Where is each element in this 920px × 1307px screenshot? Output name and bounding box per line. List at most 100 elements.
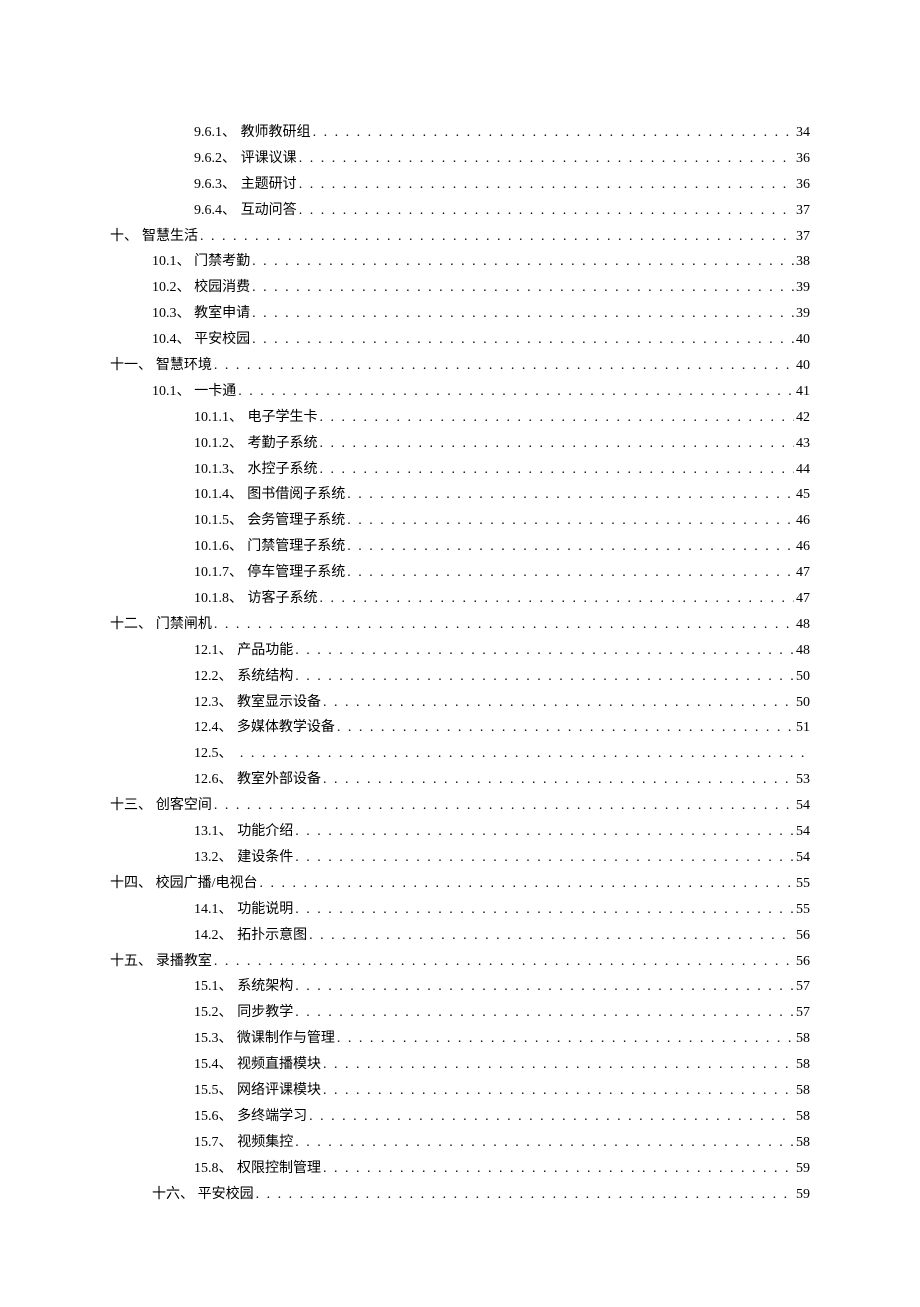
toc-entry-number: 十一、: [110, 353, 152, 379]
toc-entry-title: 教室外部设备: [237, 767, 321, 793]
toc-entry-page: 47: [796, 560, 810, 586]
toc-entry-page: 51: [796, 715, 810, 741]
toc-entry-number: 十、: [110, 224, 138, 250]
toc-entry-page: 41: [796, 379, 810, 405]
toc-entry: 15.4、视频直播模块58: [110, 1052, 810, 1078]
toc-entry-title: 建设条件: [237, 845, 293, 871]
toc-leader: [319, 457, 794, 483]
toc-entry-page: 54: [796, 819, 810, 845]
toc-entry-title: 校园广播/电视台: [156, 871, 258, 897]
toc-entry: 十一、智慧环境 40: [110, 353, 810, 379]
toc-entry: 12.5、: [110, 741, 810, 767]
toc-leader: [313, 120, 794, 146]
toc-leader: [319, 586, 794, 612]
toc-entry-page: 39: [796, 301, 810, 327]
toc-entry-title: 一卡通: [194, 379, 236, 405]
toc-entry: 13.2、建设条件54: [110, 845, 810, 871]
toc-entry-title: 功能介绍: [237, 819, 293, 845]
toc-entry-page: 53: [796, 767, 810, 793]
toc-entry: 十二、门禁闸机48: [110, 612, 810, 638]
toc-entry-page: 55: [796, 871, 810, 897]
toc-entry-number: 10.1.4、: [194, 482, 243, 508]
toc-leader: [295, 638, 794, 664]
toc-leader: [295, 1000, 794, 1026]
toc-entry-title: 创客空间: [156, 793, 212, 819]
toc-entry-title: 主题研讨: [241, 172, 297, 198]
toc-leader: [295, 845, 794, 871]
toc-entry: 10.1.3、水控子系统44: [110, 457, 810, 483]
toc-entry-title: 拓扑示意图: [237, 923, 307, 949]
toc-entry-page: 48: [796, 612, 810, 638]
toc-leader: [347, 482, 794, 508]
toc-leader: [295, 897, 794, 923]
toc-entry-number: 十四、: [110, 871, 152, 897]
toc-entry: 15.8、权限控制管理59: [110, 1156, 810, 1182]
toc-entry-page: 39: [796, 275, 810, 301]
toc-entry-number: 12.5、: [194, 741, 233, 767]
toc-entry-page: 59: [796, 1182, 810, 1208]
toc-entry-page: 34: [796, 120, 810, 146]
toc-entry-title: 访客子系统: [247, 586, 317, 612]
toc-entry: 十五、录播教室56: [110, 949, 810, 975]
toc-entry: 10.1.2、考勤子系统43: [110, 431, 810, 457]
toc-entry-number: 10.1.3、: [194, 457, 243, 483]
toc-leader: [299, 146, 794, 172]
toc-leader: [295, 974, 794, 1000]
toc-entry-page: 37: [796, 224, 810, 250]
toc-entry-number: 15.3、: [194, 1026, 233, 1052]
toc-entry: 12.1、产品功能48: [110, 638, 810, 664]
toc-entry-title: 门禁管理子系统: [247, 534, 345, 560]
toc-entry: 12.6、教室外部设备 53: [110, 767, 810, 793]
toc-entry-title: 功能说明: [237, 897, 293, 923]
toc-entry-title: 图书借阅子系统: [247, 482, 345, 508]
toc-entry: 10.1.1、电子学生卡42: [110, 405, 810, 431]
toc-entry-number: 10.4、: [152, 327, 191, 353]
toc-entry-title: 智慧环境: [156, 353, 212, 379]
toc-entry-title: 录播教室: [156, 949, 212, 975]
toc-entry: 12.4、多媒体教学设备51: [110, 715, 810, 741]
toc-leader: [252, 249, 794, 275]
toc-leader: [252, 275, 794, 301]
toc-entry-number: 15.7、: [194, 1130, 233, 1156]
toc-entry-number: 10.3、: [152, 301, 191, 327]
toc-entry-page: 58: [796, 1104, 810, 1130]
toc-entry-page: 55: [796, 897, 810, 923]
toc-entry-title: 电子学生卡: [247, 405, 317, 431]
toc-entry-number: 12.6、: [194, 767, 233, 793]
toc-entry-page: 57: [796, 974, 810, 1000]
toc-entry: 10.1.7、停车管理子系统47: [110, 560, 810, 586]
toc-entry-page: 40: [796, 353, 810, 379]
toc-entry-page: 54: [796, 793, 810, 819]
toc-entry: 10.1.4、图书借阅子系统 45: [110, 482, 810, 508]
toc-container: 9.6.1、教师教研组349.6.2、评课议课369.6.3、主题研讨369.6…: [110, 120, 810, 1207]
toc-entry-page: 58: [796, 1026, 810, 1052]
toc-leader: [299, 172, 794, 198]
toc-entry-number: 9.6.4、: [194, 198, 236, 224]
toc-leader: [323, 1052, 794, 1078]
toc-leader: [299, 198, 794, 224]
toc-entry: 12.2、系统结构50: [110, 664, 810, 690]
toc-entry-number: 12.2、: [194, 664, 233, 690]
toc-leader: [319, 431, 794, 457]
toc-entry-page: 45: [796, 482, 810, 508]
toc-entry-number: 10.1.8、: [194, 586, 243, 612]
toc-entry: 10.1、门禁考勤38: [110, 249, 810, 275]
toc-entry-page: 40: [796, 327, 810, 353]
toc-entry: 9.6.4、互动问答37: [110, 198, 810, 224]
toc-entry: 十三、创客空间54: [110, 793, 810, 819]
toc-entry-number: 10.1、: [152, 249, 191, 275]
toc-entry-number: 10.1.1、: [194, 405, 243, 431]
toc-entry: 10.1.6、门禁管理子系统46: [110, 534, 810, 560]
toc-entry-title: 微课制作与管理: [237, 1026, 335, 1052]
toc-leader: [323, 1156, 794, 1182]
toc-leader: [309, 1104, 794, 1130]
toc-entry-number: 15.6、: [194, 1104, 233, 1130]
toc-entry-title: 平安校园: [198, 1182, 254, 1208]
toc-entry-number: 15.8、: [194, 1156, 233, 1182]
toc-entry-title: 视频集控: [237, 1130, 293, 1156]
toc-entry: 9.6.2、评课议课36: [110, 146, 810, 172]
toc-entry-page: 56: [796, 949, 810, 975]
toc-entry-title: 校园消费: [194, 275, 250, 301]
toc-entry: 十四、校园广播/电视台 55: [110, 871, 810, 897]
toc-entry-number: 12.1、: [194, 638, 233, 664]
